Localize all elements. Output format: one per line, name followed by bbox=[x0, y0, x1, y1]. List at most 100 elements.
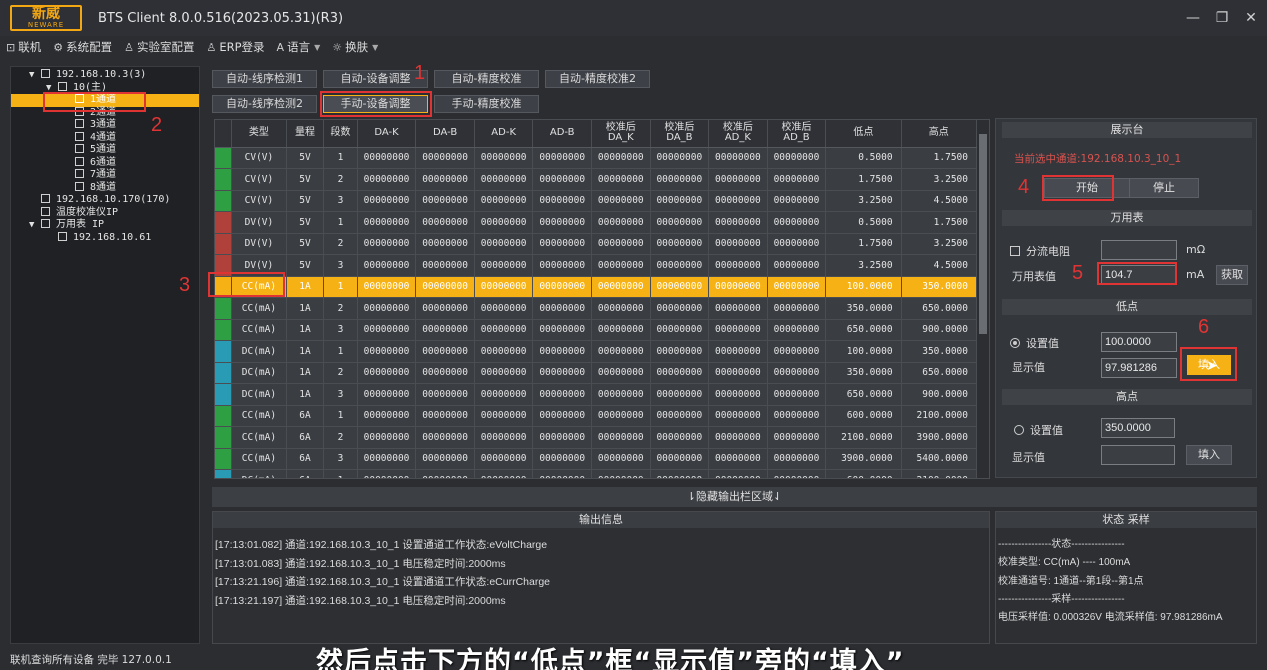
tree-item[interactable]: 192.168.10.170(170) bbox=[11, 194, 199, 207]
menu-system-config[interactable]: ⚙ 系统配置 bbox=[53, 39, 112, 55]
table-cell[interactable]: 350.0000 bbox=[825, 297, 902, 320]
table-cell[interactable]: 2100.0000 bbox=[825, 426, 902, 449]
table-cell[interactable]: CV(V) bbox=[231, 190, 287, 212]
table-cell[interactable]: 00000000 bbox=[708, 233, 768, 255]
column-header[interactable]: 校准后 AD_K bbox=[708, 120, 768, 148]
table-cell[interactable]: 00000000 bbox=[415, 383, 475, 406]
table-cell[interactable]: 00000000 bbox=[415, 147, 475, 169]
table-cell[interactable]: 00000000 bbox=[650, 405, 710, 427]
table-cell[interactable]: 00000000 bbox=[650, 276, 710, 298]
checkbox-icon[interactable] bbox=[75, 169, 84, 178]
table-cell[interactable]: 00000000 bbox=[532, 276, 592, 298]
table-cell[interactable]: 2 bbox=[323, 168, 358, 191]
column-header[interactable]: AD-K bbox=[474, 120, 534, 148]
table-cell[interactable]: 00000000 bbox=[474, 362, 534, 384]
table-cell[interactable]: 6A bbox=[286, 426, 325, 449]
table-cell[interactable]: 3 bbox=[323, 383, 358, 406]
table-cell[interactable]: 00000000 bbox=[591, 168, 651, 191]
table-cell[interactable]: 00000000 bbox=[767, 448, 827, 470]
table-cell[interactable]: 0.5000 bbox=[825, 211, 902, 234]
low-set-radio[interactable]: 设置值 bbox=[1010, 335, 1059, 351]
table-cell[interactable]: 00000000 bbox=[650, 190, 710, 212]
table-cell[interactable]: 1 bbox=[323, 469, 358, 478]
table-cell[interactable]: 1A bbox=[286, 297, 325, 320]
table-cell[interactable]: 00000000 bbox=[650, 426, 710, 449]
table-cell[interactable]: 00000000 bbox=[767, 276, 827, 298]
column-header[interactable]: 量程 bbox=[286, 120, 325, 148]
table-cell[interactable]: DC(mA) bbox=[231, 383, 287, 406]
checkbox-icon[interactable] bbox=[41, 219, 50, 228]
table-row[interactable]: DC(mA)6A10000000000000000000000000000000… bbox=[215, 469, 978, 478]
table-cell[interactable]: 1A bbox=[286, 362, 325, 384]
table-cell[interactable]: 00000000 bbox=[591, 147, 651, 169]
checkbox-icon[interactable] bbox=[75, 119, 84, 128]
table-cell[interactable]: 00000000 bbox=[357, 190, 417, 212]
table-cell[interactable]: 00000000 bbox=[532, 168, 592, 191]
table-cell[interactable]: 2 bbox=[323, 426, 358, 449]
table-cell[interactable]: 4.5000 bbox=[901, 190, 978, 212]
column-header[interactable]: DA-K bbox=[357, 120, 417, 148]
table-cell[interactable]: 00000000 bbox=[650, 147, 710, 169]
table-cell[interactable]: 00000000 bbox=[591, 383, 651, 406]
table-cell[interactable]: 00000000 bbox=[532, 147, 592, 169]
table-cell[interactable]: 00000000 bbox=[591, 469, 651, 478]
checkbox-icon[interactable] bbox=[75, 144, 84, 153]
table-row[interactable]: CV(V) 5V 2 00000000 00000000 00000000 00000000… bbox=[215, 168, 978, 191]
checkbox-icon[interactable] bbox=[41, 206, 50, 216]
table-cell[interactable]: 00000000 bbox=[767, 168, 827, 191]
table-cell[interactable]: 00000000 bbox=[415, 276, 475, 298]
table-cell[interactable]: 00000000 bbox=[357, 383, 417, 406]
table-cell[interactable]: 00000000 bbox=[650, 254, 710, 277]
column-header[interactable]: 校准后 DA_B bbox=[650, 120, 710, 148]
table-cell[interactable]: 00000000 bbox=[767, 319, 827, 341]
table-cell[interactable]: 00000000 bbox=[532, 405, 592, 427]
table-cell[interactable]: 00000000 bbox=[767, 190, 827, 212]
table-cell[interactable]: 2 bbox=[323, 297, 358, 320]
tab-auto-line-check-1[interactable]: 自动-线序检测1 bbox=[212, 70, 317, 88]
table-cell[interactable]: 00000000 bbox=[708, 319, 768, 341]
stop-button[interactable]: 停止 bbox=[1129, 178, 1199, 198]
shunt-checkbox[interactable]: 分流电阻 bbox=[1010, 243, 1070, 259]
table-cell[interactable]: 2 bbox=[323, 362, 358, 384]
high-set-input[interactable]: 350.0000 bbox=[1101, 418, 1175, 438]
table-cell[interactable]: 3900.0000 bbox=[825, 448, 902, 470]
table-cell[interactable]: 00000000 bbox=[474, 276, 534, 298]
table-cell[interactable]: 1.7500 bbox=[901, 211, 978, 234]
table-cell[interactable]: 00000000 bbox=[708, 168, 768, 191]
table-cell[interactable]: 00000000 bbox=[357, 168, 417, 191]
table-cell[interactable]: 00000000 bbox=[532, 362, 592, 384]
tab-auto-device-adjust[interactable]: 自动-设备调整 bbox=[323, 70, 428, 88]
checkbox-icon[interactable] bbox=[41, 69, 50, 78]
table-cell[interactable]: 650.0000 bbox=[901, 297, 978, 320]
table-cell[interactable]: DC(mA) bbox=[231, 362, 287, 384]
table-cell[interactable]: 00000000 bbox=[650, 211, 710, 234]
table-row[interactable]: CC(mA) 6A 2 00000000 00000000 00000000 0000000… bbox=[215, 426, 978, 449]
table-cell[interactable]: 2100.0000 bbox=[901, 469, 978, 478]
table-cell[interactable]: 00000000 bbox=[415, 362, 475, 384]
table-cell[interactable]: 00000000 bbox=[767, 469, 827, 478]
table-cell[interactable]: 00000000 bbox=[650, 448, 710, 470]
table-cell[interactable]: 00000000 bbox=[532, 211, 592, 234]
table-cell[interactable]: 1 bbox=[323, 211, 358, 234]
table-cell[interactable]: 1.7500 bbox=[825, 168, 902, 191]
table-cell[interactable]: 3 bbox=[323, 319, 358, 341]
table-cell[interactable]: 100.0000 bbox=[825, 340, 902, 363]
table-cell[interactable]: 3 bbox=[323, 190, 358, 212]
table-cell[interactable]: 00000000 bbox=[767, 147, 827, 169]
tab-auto-line-check-2[interactable]: 自动-线序检测2 bbox=[212, 95, 317, 113]
table-row[interactable]: CC(mA) 1A 1 00000000 00000000 00000000 0000000… bbox=[215, 276, 978, 298]
table-cell[interactable]: DC(mA) bbox=[231, 469, 287, 478]
table-cell[interactable]: 00000000 bbox=[532, 254, 592, 277]
checkbox-icon[interactable] bbox=[75, 156, 84, 166]
checkbox-icon[interactable] bbox=[75, 131, 84, 141]
table-cell[interactable]: 00000000 bbox=[415, 319, 475, 341]
table-cell[interactable]: 00000000 bbox=[357, 426, 417, 449]
fetch-button[interactable]: 获取 bbox=[1216, 265, 1248, 285]
table-row[interactable]: CV(V) 5V 3 00000000 00000000 00000000 00000000… bbox=[215, 190, 978, 212]
table-cell[interactable]: 00000000 bbox=[357, 405, 417, 427]
table-cell[interactable]: 00000000 bbox=[591, 190, 651, 212]
table-cell[interactable]: 00000000 bbox=[650, 297, 710, 320]
tab-manual-precision-calib[interactable]: 手动-精度校准 bbox=[434, 95, 539, 113]
table-cell[interactable]: 00000000 bbox=[474, 211, 534, 234]
table-cell[interactable]: 00000000 bbox=[650, 319, 710, 341]
